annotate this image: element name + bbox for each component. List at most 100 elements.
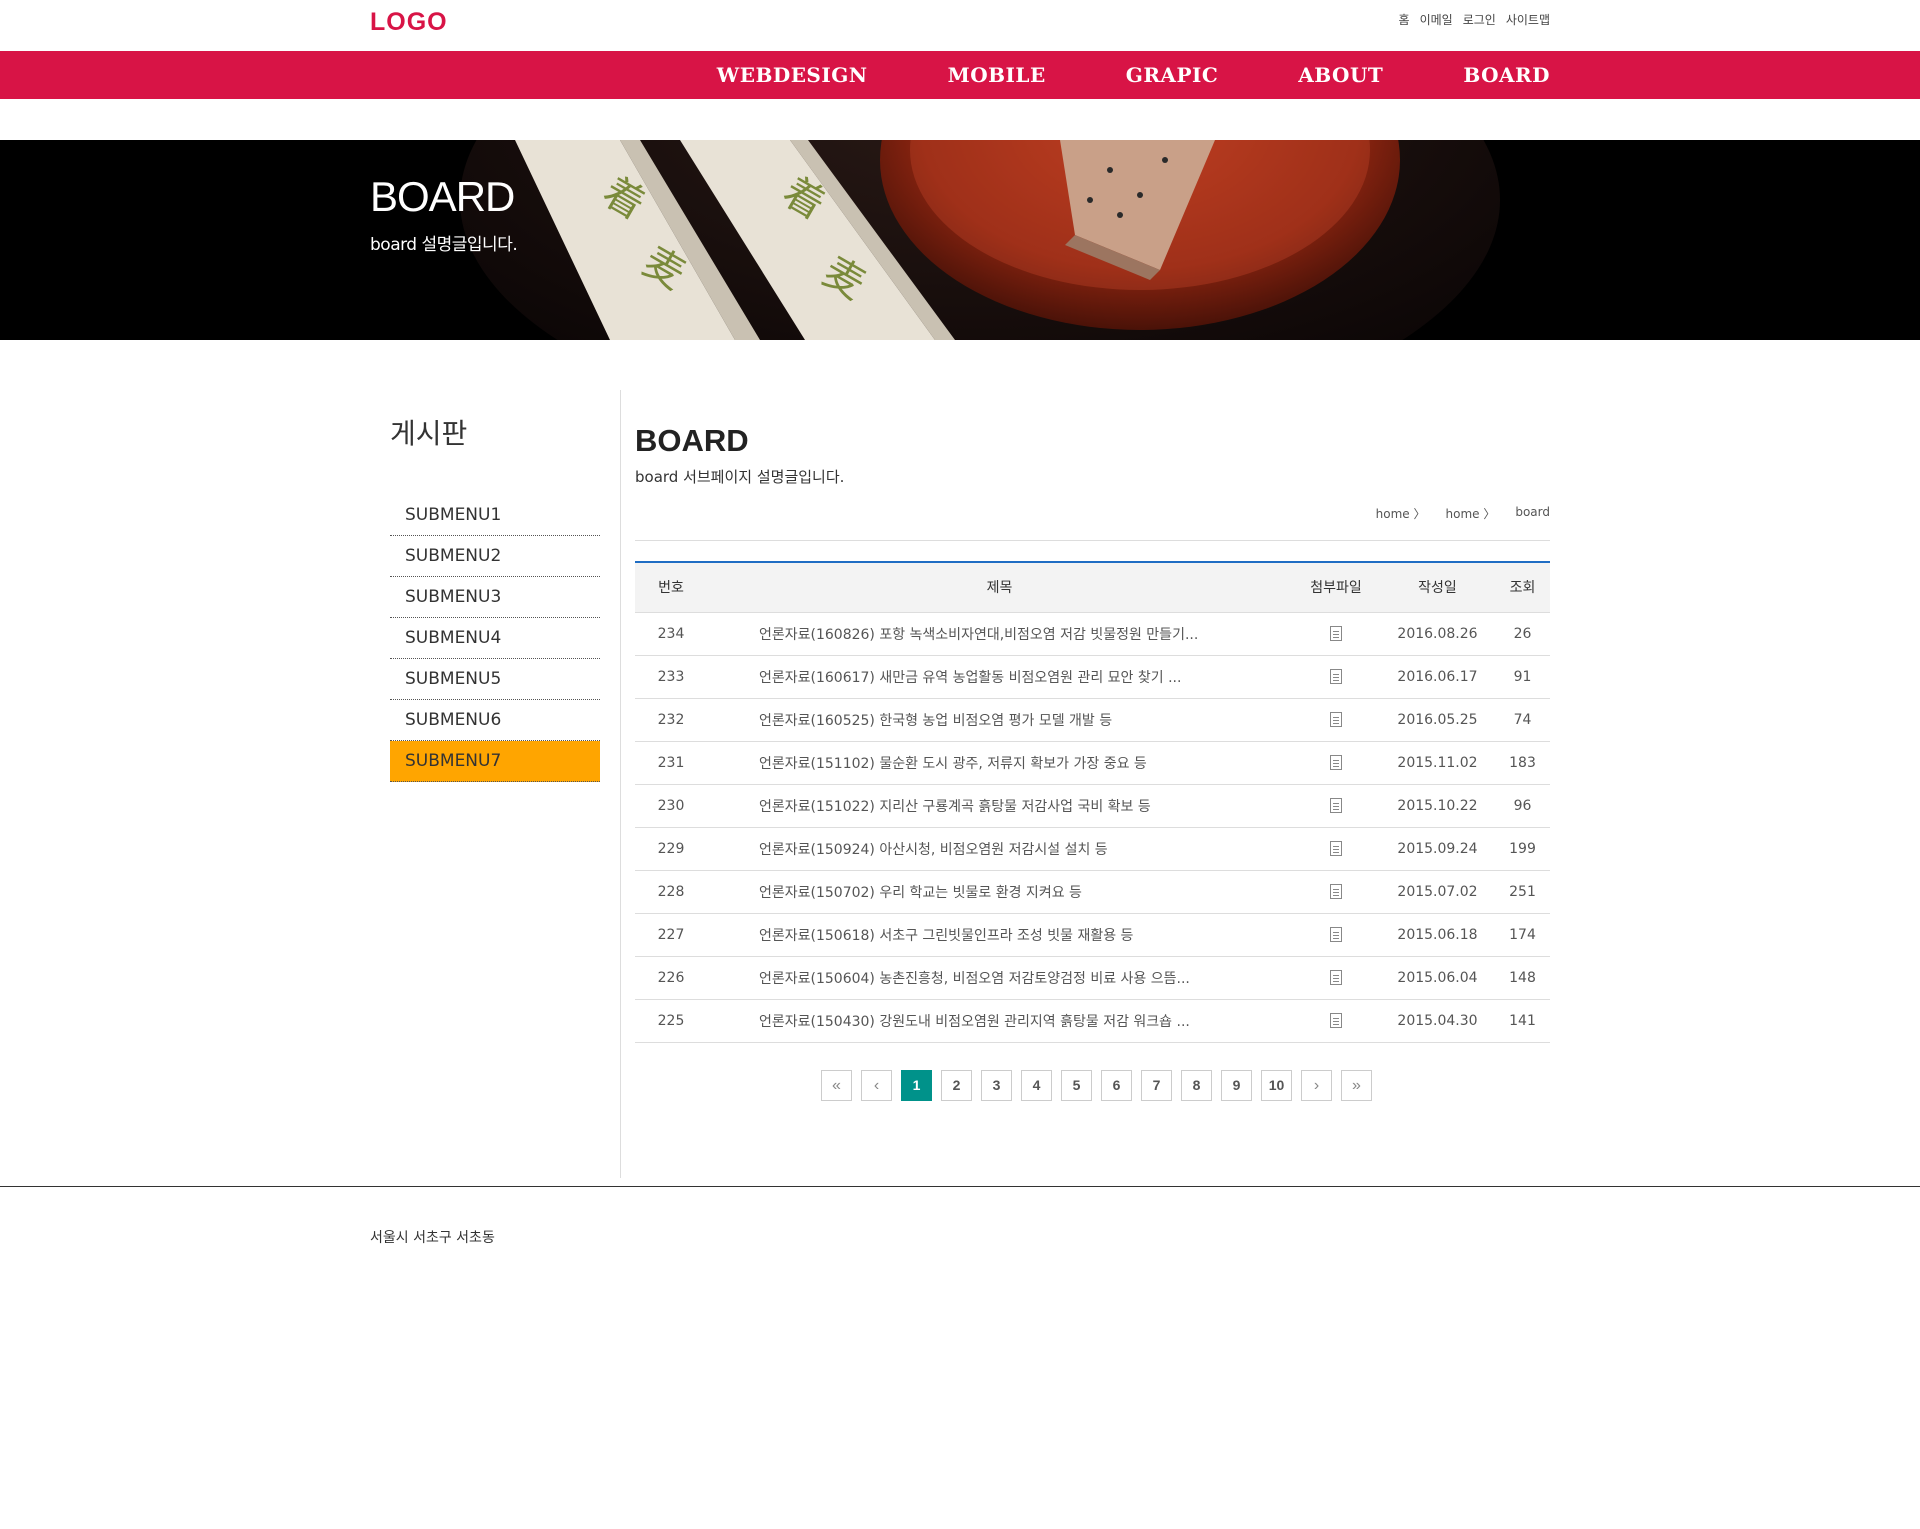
row-attachment[interactable] (1292, 741, 1380, 785)
row-attachment[interactable] (1292, 999, 1380, 1043)
file-icon[interactable] (1330, 841, 1342, 856)
banner-image: 着 麦 着 麦 (0, 140, 1920, 340)
row-attachment[interactable] (1292, 870, 1380, 914)
breadcrumb-home[interactable]: home 〉 (1376, 505, 1426, 522)
row-subject-link[interactable]: 언론자료(150604) 농촌진흥청, 비점오염 저감토양검정 비료 사용 으뜸… (707, 956, 1292, 1000)
row-date: 2015.04.30 (1380, 999, 1495, 1043)
table-row: 225 언론자료(150430) 강원도내 비점오염원 관리지역 흙탕물 저감 … (635, 999, 1550, 1043)
row-views: 174 (1495, 913, 1550, 957)
row-attachment[interactable] (1292, 827, 1380, 871)
util-link-home[interactable]: 홈 (1399, 11, 1410, 28)
file-icon[interactable] (1330, 712, 1342, 727)
row-number: 225 (635, 999, 707, 1043)
utility-menu: 홈 이메일 로그인 사이트맵 (1399, 11, 1550, 28)
row-attachment[interactable] (1292, 655, 1380, 699)
nav-about[interactable]: ABOUT (1298, 63, 1383, 87)
row-date: 2016.08.26 (1380, 612, 1495, 656)
row-number: 231 (635, 741, 707, 785)
page-7-button[interactable]: 7 (1141, 1070, 1172, 1101)
row-subject-link[interactable]: 언론자료(160826) 포항 녹색소비자연대,비점오염 저감 빗물정원 만들기… (707, 612, 1292, 656)
next-page-button[interactable]: › (1301, 1070, 1332, 1101)
row-attachment[interactable] (1292, 784, 1380, 828)
page-9-button[interactable]: 9 (1221, 1070, 1252, 1101)
file-icon[interactable] (1330, 1013, 1342, 1028)
header-subject: 제목 (707, 562, 1292, 613)
sidebar-item-submenu6[interactable]: SUBMENU6 (390, 700, 600, 741)
row-views: 74 (1495, 698, 1550, 742)
breadcrumb-home-2[interactable]: home 〉 (1446, 505, 1496, 522)
row-views: 148 (1495, 956, 1550, 1000)
row-subject-link[interactable]: 언론자료(151022) 지리산 구룡계곡 흙탕물 저감사업 국비 확보 등 (707, 784, 1292, 828)
page-3-button[interactable]: 3 (981, 1070, 1012, 1101)
row-number: 230 (635, 784, 707, 828)
row-date: 2015.07.02 (1380, 870, 1495, 914)
row-subject-link[interactable]: 언론자료(151102) 물순환 도시 광주, 저류지 확보가 가장 중요 등 (707, 741, 1292, 785)
nav-webdesign[interactable]: WEBDESIGN (717, 63, 868, 87)
visual-description: board 설명글입니다. (370, 235, 518, 255)
row-views: 96 (1495, 784, 1550, 828)
row-subject-link[interactable]: 언론자료(150702) 우리 학교는 빗물로 환경 지켜요 등 (707, 870, 1292, 914)
last-page-button[interactable]: » (1341, 1070, 1372, 1101)
page-1-button[interactable]: 1 (901, 1070, 932, 1101)
content-divider (635, 540, 1550, 541)
row-attachment[interactable] (1292, 956, 1380, 1000)
logo[interactable]: LOGO (370, 8, 448, 37)
prev-page-button[interactable]: ‹ (861, 1070, 892, 1101)
first-page-button[interactable]: « (821, 1070, 852, 1101)
row-attachment[interactable] (1292, 913, 1380, 957)
row-attachment[interactable] (1292, 612, 1380, 656)
sidebar-item-submenu2[interactable]: SUBMENU2 (390, 536, 600, 577)
file-icon[interactable] (1330, 970, 1342, 985)
table-row: 227 언론자료(150618) 서초구 그린빗물인프라 조성 빗물 재활용 등… (635, 913, 1550, 957)
page-8-button[interactable]: 8 (1181, 1070, 1212, 1101)
sidebar-item-submenu4[interactable]: SUBMENU4 (390, 618, 600, 659)
row-date: 2016.05.25 (1380, 698, 1495, 742)
table-header-row: 번호 제목 첨부파일 작성일 조회 (635, 562, 1550, 613)
row-date: 2015.09.24 (1380, 827, 1495, 871)
row-subject-link[interactable]: 언론자료(160525) 한국형 농업 비점오염 평가 모델 개발 등 (707, 698, 1292, 742)
row-subject-link[interactable]: 언론자료(150618) 서초구 그린빗물인프라 조성 빗물 재활용 등 (707, 913, 1292, 957)
file-icon[interactable] (1330, 755, 1342, 770)
table-row: 230 언론자료(151022) 지리산 구룡계곡 흙탕물 저감사업 국비 확보… (635, 784, 1550, 828)
row-views: 199 (1495, 827, 1550, 871)
sidebar-item-submenu5[interactable]: SUBMENU5 (390, 659, 600, 700)
page-2-button[interactable]: 2 (941, 1070, 972, 1101)
row-subject-link[interactable]: 언론자료(150924) 아산시청, 비점오염원 저감시설 설치 등 (707, 827, 1292, 871)
sidebar-item-submenu3[interactable]: SUBMENU3 (390, 577, 600, 618)
visual-banner: 着 麦 着 麦 BOARD board 설명글입니다. (0, 140, 1920, 340)
file-icon[interactable] (1330, 798, 1342, 813)
sidebar-item-submenu7[interactable]: SUBMENU7 (390, 741, 600, 782)
footer-divider (0, 1186, 1920, 1187)
util-link-login[interactable]: 로그인 (1463, 11, 1496, 28)
page-title: BOARD (635, 423, 749, 458)
file-icon[interactable] (1330, 927, 1342, 942)
breadcrumb: home 〉 home 〉 board (1376, 505, 1550, 522)
footer-address: 서울시 서초구 서초동 (370, 1230, 495, 1246)
nav-mobile[interactable]: MOBILE (948, 63, 1046, 87)
util-link-sitemap[interactable]: 사이트맵 (1506, 11, 1550, 28)
row-number: 228 (635, 870, 707, 914)
page-10-button[interactable]: 10 (1261, 1070, 1292, 1101)
row-views: 183 (1495, 741, 1550, 785)
nav-grapic[interactable]: GRAPIC (1126, 63, 1219, 87)
util-link-email[interactable]: 이메일 (1420, 11, 1453, 28)
page-5-button[interactable]: 5 (1061, 1070, 1092, 1101)
header-attachment: 첨부파일 (1292, 562, 1380, 613)
row-date: 2015.11.02 (1380, 741, 1495, 785)
sidebar-item-submenu1[interactable]: SUBMENU1 (390, 495, 600, 536)
main-nav-bar: WEBDESIGN MOBILE GRAPIC ABOUT BOARD (0, 51, 1920, 99)
row-views: 26 (1495, 612, 1550, 656)
lnb-title: 게시판 (390, 417, 468, 450)
row-subject-link[interactable]: 언론자료(150430) 강원도내 비점오염원 관리지역 흙탕물 저감 워크숍 … (707, 999, 1292, 1043)
page-4-button[interactable]: 4 (1021, 1070, 1052, 1101)
page-6-button[interactable]: 6 (1101, 1070, 1132, 1101)
table-row: 232 언론자료(160525) 한국형 농업 비점오염 평가 모델 개발 등 … (635, 698, 1550, 742)
file-icon[interactable] (1330, 626, 1342, 641)
file-icon[interactable] (1330, 669, 1342, 684)
row-subject-link[interactable]: 언론자료(160617) 새만금 유역 농업활동 비점오염원 관리 묘안 찾기 … (707, 655, 1292, 699)
page-description: board 서브페이지 설명글입니다. (635, 468, 845, 486)
row-views: 91 (1495, 655, 1550, 699)
row-attachment[interactable] (1292, 698, 1380, 742)
file-icon[interactable] (1330, 884, 1342, 899)
nav-board[interactable]: BOARD (1463, 63, 1550, 87)
